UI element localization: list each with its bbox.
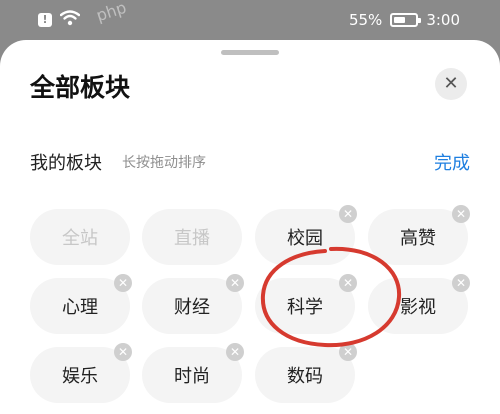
status-bar: ! php 55% 3:00 bbox=[0, 0, 500, 40]
alert-icon: ! bbox=[38, 13, 52, 27]
battery-fill bbox=[394, 17, 406, 23]
section-chip[interactable]: 直播 bbox=[142, 209, 242, 265]
remove-icon[interactable]: ✕ bbox=[452, 274, 470, 292]
section-chip[interactable]: 校园 ✕ bbox=[255, 205, 357, 265]
remove-icon[interactable]: ✕ bbox=[114, 274, 132, 292]
chip-label: 校园 bbox=[287, 228, 323, 249]
wifi-icon bbox=[59, 10, 81, 30]
section-chip[interactable]: 财经 ✕ bbox=[142, 274, 244, 334]
section-chip[interactable]: 娱乐 ✕ bbox=[30, 343, 132, 403]
section-chip[interactable]: 影视 ✕ bbox=[368, 274, 470, 334]
chip-label: 财经 bbox=[174, 297, 210, 318]
remove-icon[interactable]: ✕ bbox=[114, 343, 132, 361]
section-chip[interactable]: 时尚 ✕ bbox=[142, 343, 244, 403]
chip-label: 直播 bbox=[174, 228, 210, 249]
chip-label: 心理 bbox=[62, 297, 98, 318]
chip-label: 全站 bbox=[62, 228, 98, 249]
remove-icon[interactable]: ✕ bbox=[452, 205, 470, 223]
section-chip[interactable]: 全站 bbox=[30, 209, 130, 265]
chip-label: 数码 bbox=[287, 366, 323, 387]
watermark: php bbox=[93, 0, 129, 26]
chip-label: 时尚 bbox=[174, 366, 210, 387]
section-chips: 全站 直播 校园 ✕ 高赞 ✕ 心理 ✕ 财经 ✕ 科学 ✕ 影视 ✕ 娱乐 ✕ 时尚 ✕ 数码 ✕ bbox=[0, 40, 500, 414]
section-chip[interactable]: 数码 ✕ bbox=[255, 343, 357, 403]
battery-icon bbox=[390, 13, 422, 27]
remove-icon[interactable]: ✕ bbox=[339, 205, 357, 223]
bottom-sheet: 全部板块 ✕ 我的板块 长按拖动排序 完成 全站 直播 校园 ✕ 高赞 ✕ 心理 ✕ 财经 ✕ 科学… bbox=[0, 40, 500, 414]
remove-icon[interactable]: ✕ bbox=[339, 274, 357, 292]
remove-icon[interactable]: ✕ bbox=[226, 274, 244, 292]
chip-label: 科学 bbox=[287, 297, 323, 318]
chip-label: 影视 bbox=[400, 297, 436, 318]
section-chip[interactable]: 心理 ✕ bbox=[30, 274, 132, 334]
chip-label: 娱乐 bbox=[62, 366, 98, 387]
section-chip[interactable]: 高赞 ✕ bbox=[368, 205, 470, 265]
section-chip[interactable]: 科学 ✕ bbox=[255, 274, 357, 334]
status-icons-left: ! bbox=[38, 9, 81, 31]
chip-label: 高赞 bbox=[400, 228, 436, 249]
remove-icon[interactable]: ✕ bbox=[339, 343, 357, 361]
remove-icon[interactable]: ✕ bbox=[226, 343, 244, 361]
status-icons-right: 55% 3:00 bbox=[349, 9, 460, 31]
clock: 3:00 bbox=[426, 11, 460, 29]
battery-percent: 55% bbox=[348, 11, 383, 29]
